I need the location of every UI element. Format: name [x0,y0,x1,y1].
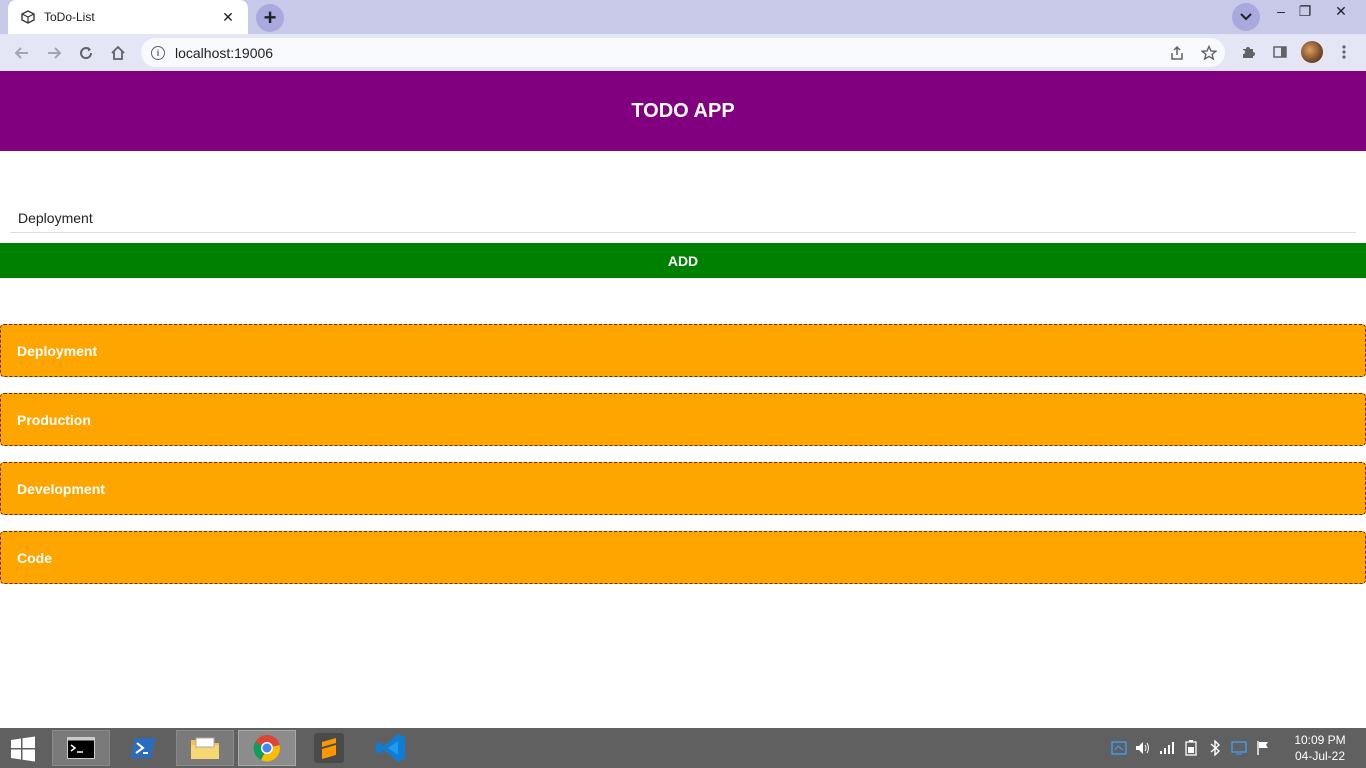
sublime-text-icon[interactable] [300,730,358,766]
address-bar[interactable]: i localhost:19006 [141,38,1225,67]
back-arrow-icon[interactable] [6,37,38,69]
bluetooth-icon[interactable] [1206,739,1224,757]
file-explorer-icon[interactable] [176,730,234,766]
powershell-icon[interactable] [114,730,172,766]
app-title: TODO APP [631,99,735,122]
todo-item-label: Development [17,480,105,497]
chrome-icon[interactable] [238,730,296,766]
avatar [1301,41,1323,63]
side-panel-icon[interactable] [1264,36,1296,68]
todo-item-label: Code [17,549,52,566]
taskbar-clock[interactable]: 10:09 PM 04-Jul-22 [1280,732,1360,764]
display-icon[interactable] [1230,739,1248,757]
todo-list: Deployment Production Development Code [0,324,1366,600]
battery-icon[interactable] [1182,739,1200,757]
volume-icon[interactable] [1134,739,1152,757]
todo-item-label: Deployment [17,342,98,359]
share-icon[interactable] [1161,45,1193,61]
new-tab-button[interactable]: + [256,4,284,32]
taskbar: 10:09 PM 04-Jul-22 [0,728,1366,768]
gear-cube-icon [20,9,36,25]
bookmark-star-icon[interactable] [1193,44,1225,61]
home-icon[interactable] [102,37,134,69]
signal-icon[interactable] [1158,739,1176,757]
clock-time: 10:09 PM [1294,733,1346,747]
clock-date: 04-Jul-22 [1294,749,1346,763]
add-button[interactable]: ADD [0,243,1366,278]
tab-close-icon[interactable]: ✕ [220,9,236,25]
browser-tab-strip: ToDo-List ✕ + – ❐ ✕ [0,0,1366,34]
windows-start-icon[interactable] [6,734,40,764]
todo-item[interactable]: Deployment [0,324,1366,377]
todo-item-label: Production [17,411,91,428]
app-header: TODO APP [0,71,1366,151]
forward-arrow-icon[interactable] [38,37,70,69]
network-icon[interactable] [1110,739,1128,757]
vscode-icon[interactable] [362,730,420,766]
todo-app: TODO APP ADD Deployment Production Devel… [0,71,1366,728]
url-text[interactable]: localhost:19006 [175,45,1161,61]
todo-item[interactable]: Code [0,531,1366,584]
site-info-icon[interactable]: i [151,45,165,60]
tab-title: ToDo-List [44,10,95,24]
extensions-puzzle-icon[interactable] [1232,36,1264,68]
window-close-button[interactable]: ✕ [1326,0,1356,22]
todo-item[interactable]: Development [0,462,1366,515]
system-tray [1110,738,1272,758]
kebab-menu-icon[interactable] [1328,36,1360,68]
reload-icon[interactable] [70,37,102,69]
todo-input[interactable] [10,203,1356,233]
tab-search-button[interactable] [1232,3,1260,31]
browser-toolbar: i localhost:19006 [0,34,1366,71]
profile-avatar[interactable] [1296,36,1328,68]
todo-item[interactable]: Production [0,393,1366,446]
chevron-down-icon [1240,13,1252,21]
browser-tab[interactable]: ToDo-List ✕ [8,0,248,34]
restore-button[interactable]: ❐ [1290,0,1320,22]
command-prompt-icon[interactable] [52,730,110,766]
flag-icon[interactable] [1254,739,1272,757]
